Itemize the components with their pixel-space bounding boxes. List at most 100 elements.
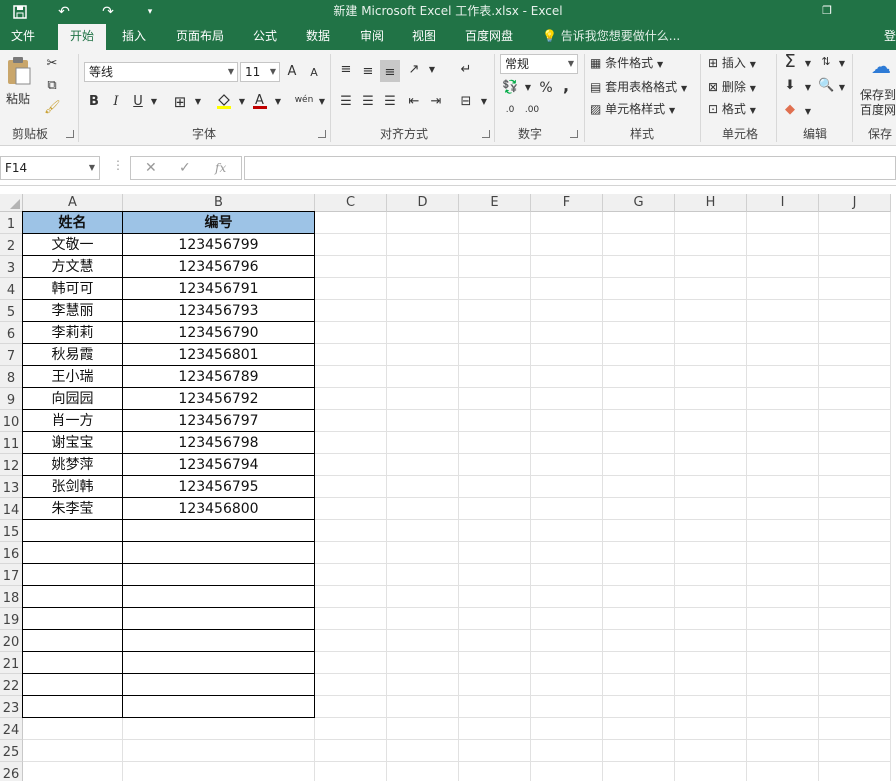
row-header[interactable]: 24 xyxy=(0,718,23,740)
cell[interactable] xyxy=(387,256,459,278)
cell[interactable] xyxy=(387,322,459,344)
cell[interactable] xyxy=(315,410,387,432)
cell[interactable] xyxy=(387,212,459,234)
row-header[interactable]: 2 xyxy=(0,234,23,256)
tab-data[interactable]: 数据 xyxy=(296,24,340,50)
cell[interactable] xyxy=(531,344,603,366)
cell[interactable] xyxy=(675,432,747,454)
cell[interactable] xyxy=(459,542,531,564)
table-header-cell[interactable]: 编号 xyxy=(123,212,315,234)
cell[interactable] xyxy=(315,388,387,410)
cell[interactable] xyxy=(675,696,747,718)
cell[interactable] xyxy=(819,366,891,388)
cell[interactable] xyxy=(123,652,315,674)
cell[interactable] xyxy=(123,586,315,608)
cell[interactable] xyxy=(459,762,531,781)
resize-handle-icon[interactable]: ⋮ xyxy=(112,158,124,172)
id-cell[interactable]: 123456800 xyxy=(123,498,315,520)
cell[interactable] xyxy=(23,564,123,586)
cell[interactable] xyxy=(315,762,387,781)
cell[interactable] xyxy=(819,630,891,652)
cell[interactable] xyxy=(747,300,819,322)
row-header[interactable]: 16 xyxy=(0,542,23,564)
cell[interactable] xyxy=(123,542,315,564)
cell[interactable] xyxy=(747,344,819,366)
row-header[interactable]: 13 xyxy=(0,476,23,498)
row-header[interactable]: 7 xyxy=(0,344,23,366)
row-header[interactable]: 23 xyxy=(0,696,23,718)
cell[interactable] xyxy=(603,630,675,652)
cell[interactable] xyxy=(747,476,819,498)
name-cell[interactable]: 张剑韩 xyxy=(23,476,123,498)
row-header[interactable]: 25 xyxy=(0,740,23,762)
cell[interactable] xyxy=(459,652,531,674)
cell[interactable] xyxy=(747,542,819,564)
cell[interactable] xyxy=(23,608,123,630)
cell[interactable] xyxy=(603,388,675,410)
number-format-combo[interactable]: 常规 ▼ xyxy=(500,54,578,74)
chevron-down-icon[interactable]: ▼ xyxy=(800,80,816,96)
cell[interactable] xyxy=(603,366,675,388)
cell[interactable] xyxy=(23,718,123,740)
cell[interactable] xyxy=(123,674,315,696)
id-cell[interactable]: 123456795 xyxy=(123,476,315,498)
cell[interactable] xyxy=(387,366,459,388)
cell[interactable] xyxy=(387,630,459,652)
cell[interactable] xyxy=(387,498,459,520)
decrease-decimal-icon[interactable]: .00 xyxy=(524,102,540,118)
chevron-down-icon[interactable]: ▼ xyxy=(314,94,330,110)
borders-icon[interactable]: ⊞ xyxy=(172,94,188,110)
cell[interactable] xyxy=(819,234,891,256)
name-cell[interactable]: 文敬一 xyxy=(23,234,123,256)
cell[interactable] xyxy=(603,256,675,278)
tab-page-layout[interactable]: 页面布局 xyxy=(168,24,232,50)
cell[interactable] xyxy=(123,740,315,762)
cell[interactable] xyxy=(747,256,819,278)
cloud-icon[interactable]: ☁ xyxy=(868,56,894,82)
cell[interactable] xyxy=(315,740,387,762)
cell[interactable] xyxy=(675,366,747,388)
chevron-down-icon[interactable]: ▼ xyxy=(146,94,162,110)
cell[interactable] xyxy=(603,476,675,498)
cell[interactable] xyxy=(675,608,747,630)
align-top-icon[interactable]: ≡ xyxy=(338,62,354,78)
cell[interactable] xyxy=(23,696,123,718)
cell[interactable] xyxy=(603,278,675,300)
tab-review[interactable]: 审阅 xyxy=(350,24,394,50)
cell[interactable] xyxy=(459,300,531,322)
name-cell[interactable]: 姚梦萍 xyxy=(23,454,123,476)
row-header[interactable]: 8 xyxy=(0,366,23,388)
id-cell[interactable]: 123456791 xyxy=(123,278,315,300)
cell[interactable] xyxy=(531,300,603,322)
cell[interactable] xyxy=(23,652,123,674)
cell[interactable] xyxy=(603,234,675,256)
cell[interactable] xyxy=(747,652,819,674)
cell[interactable] xyxy=(675,564,747,586)
cell[interactable] xyxy=(747,630,819,652)
cell[interactable] xyxy=(315,344,387,366)
tab-home[interactable]: 开始 xyxy=(58,24,106,50)
column-header-h[interactable]: H xyxy=(675,194,747,212)
cell[interactable] xyxy=(315,520,387,542)
fill-icon[interactable]: ⬇ xyxy=(782,78,798,94)
cell[interactable] xyxy=(459,432,531,454)
cell[interactable] xyxy=(675,476,747,498)
cell[interactable] xyxy=(315,542,387,564)
column-header-f[interactable]: F xyxy=(531,194,603,212)
cell[interactable] xyxy=(387,388,459,410)
percent-button[interactable]: % xyxy=(538,80,554,96)
cell[interactable] xyxy=(675,762,747,781)
cell[interactable] xyxy=(387,410,459,432)
cell[interactable] xyxy=(819,542,891,564)
name-cell[interactable]: 谢宝宝 xyxy=(23,432,123,454)
cell[interactable] xyxy=(387,234,459,256)
cell[interactable] xyxy=(459,498,531,520)
cell[interactable] xyxy=(123,696,315,718)
tab-file[interactable]: 文件 xyxy=(0,24,46,50)
id-cell[interactable]: 123456797 xyxy=(123,410,315,432)
chevron-down-icon[interactable]: ▼ xyxy=(520,80,536,96)
cell[interactable] xyxy=(315,256,387,278)
cell[interactable] xyxy=(747,322,819,344)
cell[interactable] xyxy=(459,454,531,476)
cell[interactable] xyxy=(819,344,891,366)
